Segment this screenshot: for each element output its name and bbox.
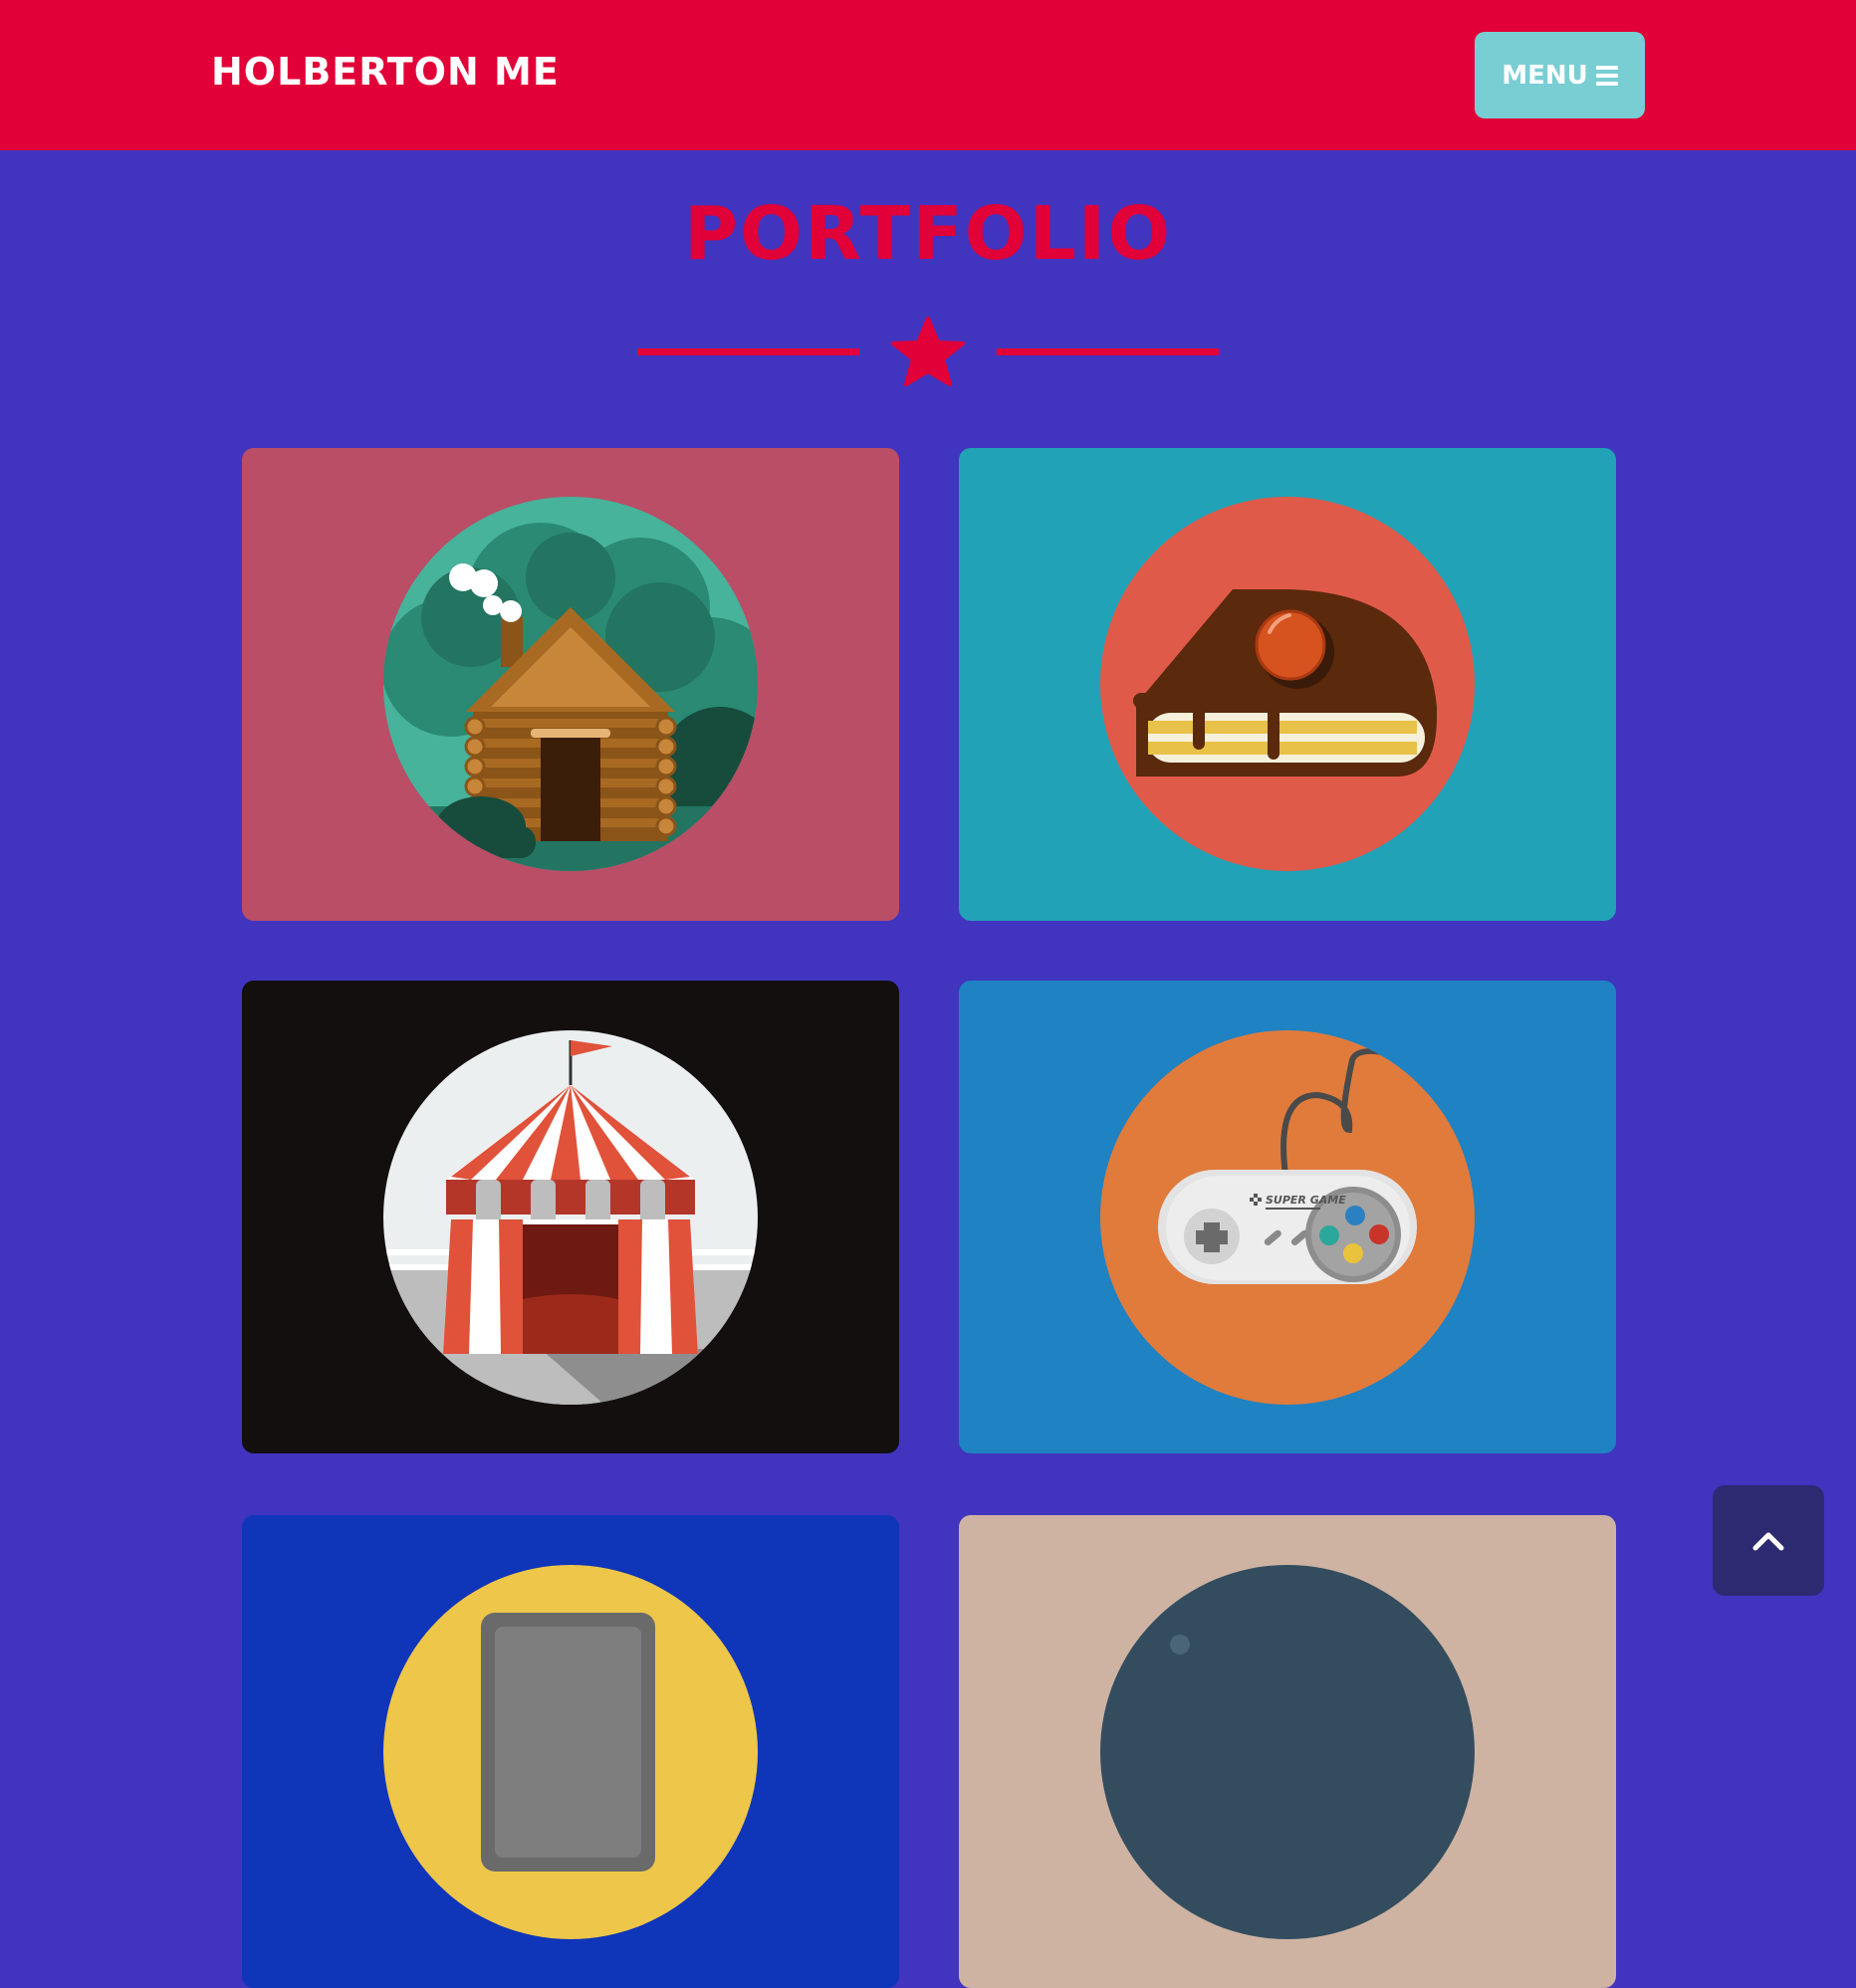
hamburger-icon [1595,65,1618,86]
divider-line-left [637,348,859,355]
controller-brand-label: SUPER GAME [1266,1194,1346,1207]
circus-tent-icon [383,1030,758,1405]
menu-button-label: MENU [1502,60,1588,91]
page-title: PORTFOLIO [683,191,1173,277]
menu-button[interactable]: MENU [1475,32,1645,118]
brand-logo-text[interactable]: HOLBERTON ME [211,50,560,94]
portfolio-item-cabin[interactable] [242,448,899,921]
star-icon [891,317,965,386]
cabin-icon [383,497,758,871]
chevron-up-icon [1752,1532,1784,1550]
portfolio-item-cake[interactable] [959,448,1616,921]
scroll-to-top-button[interactable] [1713,1485,1824,1596]
submarine-icon [1100,1565,1475,1939]
portfolio-item-submarine[interactable] [959,1515,1616,1988]
star-divider [637,317,1219,386]
portfolio-item-circus-tent[interactable] [242,981,899,1453]
navbar: HOLBERTON ME MENU [0,0,1856,150]
portfolio-item-game-controller[interactable]: SUPER GAME [959,981,1616,1453]
safe-icon [383,1565,758,1939]
portfolio-item-safe[interactable] [242,1515,899,1988]
game-controller-icon: SUPER GAME [1100,1030,1475,1405]
divider-line-right [997,348,1219,355]
cake-icon [1100,497,1475,871]
